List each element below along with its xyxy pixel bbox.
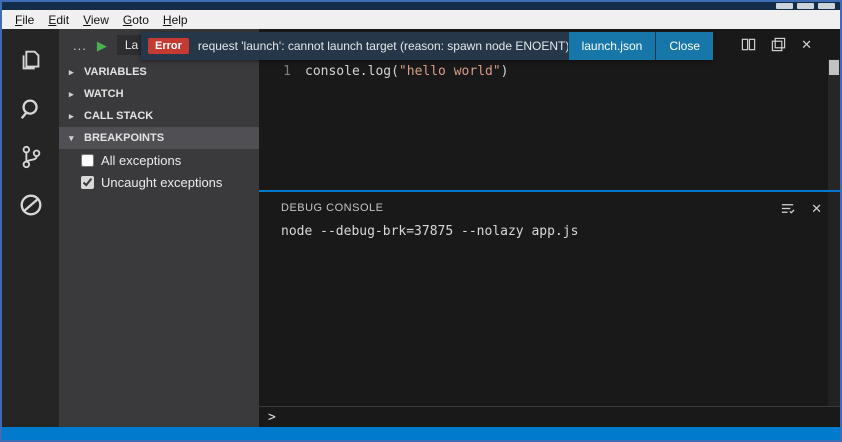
search-icon[interactable] [17,95,45,123]
all-exceptions-checkbox[interactable] [81,153,94,167]
uncaught-exceptions-checkbox[interactable] [81,175,94,189]
status-bar [2,427,840,440]
error-notification: Error request 'launch': cannot launch ta… [141,32,713,60]
debug-console-panel: DEBUG CONSOLE ✕ node --debug-brk=37875 -… [259,192,840,427]
window-titlebar [2,2,840,10]
chevron-right-icon: ▸ [69,88,74,99]
activity-bar [2,29,59,427]
maximize-button[interactable] [797,3,814,9]
chevron-right-icon: ▸ [69,110,74,121]
section-label: VARIABLES [84,66,147,78]
editor-scrollbar[interactable] [828,59,840,190]
close-panel-icon[interactable]: ✕ [811,202,822,215]
section-label: WATCH [84,88,124,100]
sidebar-section-breakpoints[interactable]: ▾ BREAKPOINTS [59,127,259,149]
start-debug-button[interactable]: ▶ [97,39,107,52]
debug-sidebar: ... ▶ La ▸ VARIABLES ▸ WATCH ▸ CALL STAC… [59,29,259,427]
console-empty-area [259,239,840,406]
console-input[interactable]: > [259,406,840,427]
editor-and-panel: ✕ 1 console.log("hello world") DEBUG CON… [259,29,840,427]
section-label: CALL STACK [84,110,154,122]
close-editor-icon[interactable]: ✕ [801,38,812,51]
menu-help[interactable]: Help [156,12,195,28]
menu-goto[interactable]: Goto [116,12,156,28]
breakpoint-label: All exceptions [101,152,182,168]
side-by-side-icon[interactable] [771,37,786,52]
line-number: 1 [283,64,291,79]
close-notification-button[interactable]: Close [656,32,713,60]
menu-bar: File Edit View Goto Help [2,10,840,29]
breakpoint-label: Uncaught exceptions [101,174,223,190]
clear-console-icon[interactable] [780,201,795,216]
close-window-button[interactable] [818,3,835,9]
debug-icon[interactable] [17,191,45,219]
panel-title: DEBUG CONSOLE [281,202,384,214]
menu-file[interactable]: File [8,12,41,28]
git-icon[interactable] [17,143,45,171]
chevron-right-icon: ▸ [69,66,74,77]
sidebar-section-watch[interactable]: ▸ WATCH [59,83,259,105]
console-output: node --debug-brk=37875 --nolazy app.js [281,224,579,239]
code-editor[interactable]: 1 console.log("hello world") [259,59,840,190]
code-line: 1 console.log("hello world") [259,59,840,79]
console-prompt: > [268,409,276,425]
vscode-window: File Edit View Goto Help ... ▶ La ▸ VARI… [0,0,842,442]
scrollbar-thumb[interactable] [829,60,839,75]
menu-view[interactable]: View [76,12,116,28]
breakpoint-uncaught-exceptions[interactable]: Uncaught exceptions [59,171,259,193]
notification-message: request 'launch': cannot launch target (… [197,39,568,53]
files-icon[interactable] [17,47,45,75]
sidebar-section-variables[interactable]: ▸ VARIABLES [59,61,259,83]
error-badge: Error [148,38,189,54]
sidebar-section-call-stack[interactable]: ▸ CALL STACK [59,105,259,127]
minimize-button[interactable] [776,3,793,9]
window-controls [776,3,835,9]
code-text: console.log("hello world") [305,64,509,79]
split-editor-icon[interactable] [741,37,756,52]
menu-edit[interactable]: Edit [41,12,76,28]
app-body: ... ▶ La ▸ VARIABLES ▸ WATCH ▸ CALL STAC… [2,29,840,427]
chevron-down-icon: ▾ [69,132,74,143]
breakpoint-all-exceptions[interactable]: All exceptions [59,149,259,171]
notification-actions: launch.json Close [568,32,713,60]
launch-json-button[interactable]: launch.json [568,32,656,60]
panel-header: DEBUG CONSOLE ✕ [259,192,840,220]
more-actions-button[interactable]: ... [73,38,87,53]
section-label: BREAKPOINTS [84,132,165,144]
